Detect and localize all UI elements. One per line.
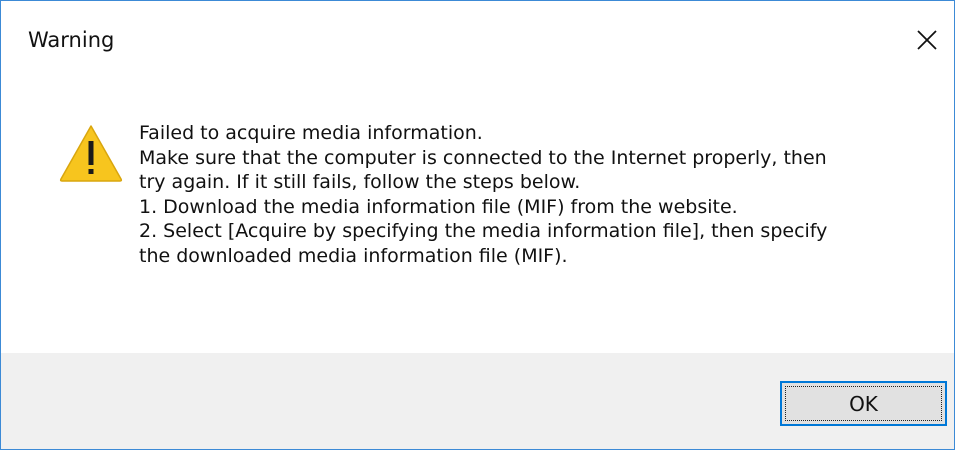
message-line: try again. If it still fails, follow the… [139,171,581,193]
window-title: Warning [28,28,115,52]
warning-message: Failed to acquire media information. Mak… [139,121,919,268]
close-icon [917,30,937,50]
dialog-content: Failed to acquire media information. Mak… [1,83,954,353]
message-line: Failed to acquire media information. [139,122,483,144]
message-line: the downloaded media information file (M… [139,244,568,267]
title-bar: Warning [1,1,954,83]
warning-dialog: Warning Failed to acquire media informat… [0,0,955,450]
close-button[interactable] [900,13,954,67]
message-line: Make sure that the computer is connected… [139,146,827,169]
ok-button[interactable]: OK [780,381,947,426]
warning-icon [59,125,123,182]
button-bar: OK [1,353,954,449]
message-line: 1. Download the media information file (… [139,195,738,218]
message-line: 2. Select [Acquire by specifying the med… [139,220,828,242]
